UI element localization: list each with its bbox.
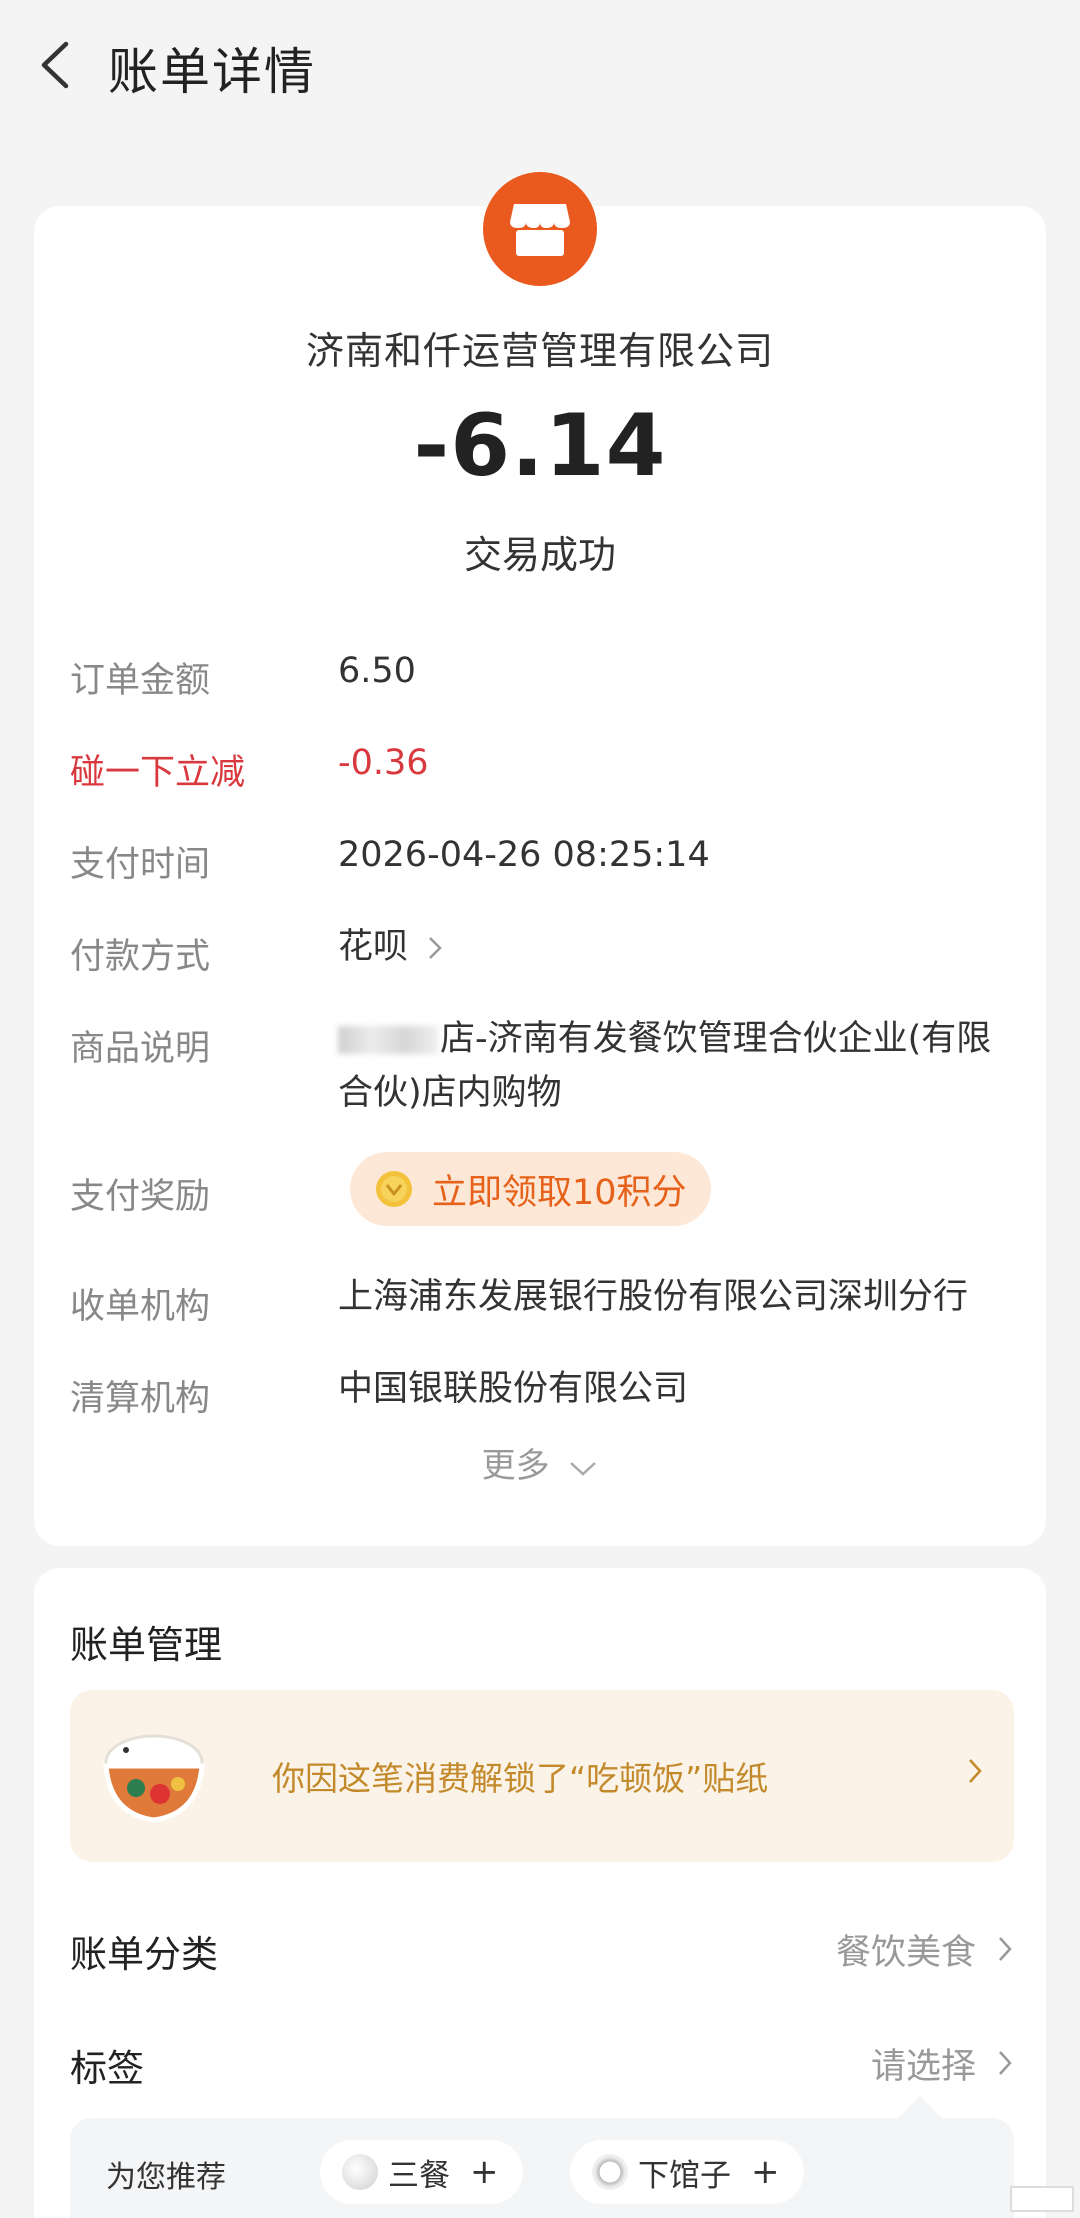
tag-chip-label: 三餐: [388, 2157, 450, 2194]
section-title: 账单管理: [70, 1623, 223, 1667]
rice-bowl-sticker-icon: [103, 1734, 205, 1823]
description-label: 商品说明: [70, 1029, 211, 1069]
chevron-right-icon: [429, 937, 442, 959]
category-value: 餐饮美食: [835, 1933, 976, 1973]
pay-method-label: 付款方式: [70, 937, 211, 977]
category-label: 账单分类: [70, 1933, 218, 1976]
acquirer-label: 收单机构: [70, 1287, 211, 1327]
discount-value: -0.36: [338, 743, 429, 783]
reward-value: 立即领取10积分: [432, 1172, 687, 1213]
sticker-banner[interactable]: 你因这笔消费解锁了“吃顿饭”贴纸: [70, 1690, 1014, 1862]
add-icon: +: [751, 2152, 780, 2192]
recommend-tags-panel: 为您推荐 三餐 + 下馆子 +: [70, 2118, 1014, 2218]
floating-window-indicator: [1010, 2186, 1074, 2212]
bill-manage-card: 账单管理 你因这笔消费解锁了“吃顿饭”贴纸 账单分类 餐饮美食 标签 请选择 为…: [34, 1568, 1046, 2218]
recommend-label: 为您推荐: [106, 2160, 226, 2195]
chevron-down-icon: [570, 1461, 597, 1476]
page-title: 账单详情: [108, 43, 316, 101]
pay-time-label: 支付时间: [70, 845, 211, 885]
transaction-status: 交易成功: [463, 533, 616, 577]
order-amount-value: 6.50: [338, 651, 416, 691]
header-bar: 账单详情: [0, 0, 1080, 130]
discount-label: 碰一下立减: [70, 753, 246, 793]
points-coin-icon: [376, 1171, 412, 1207]
rice-icon: [342, 2154, 378, 2190]
add-icon: +: [470, 2152, 499, 2192]
more-label: 更多: [481, 1446, 550, 1486]
claim-points-button[interactable]: 立即领取10积分: [350, 1152, 711, 1226]
acquirer-value: 上海浦东发展银行股份有限公司深圳分行: [338, 1277, 969, 1317]
clearing-value: 中国银联股份有限公司: [338, 1369, 689, 1409]
sticker-text: 你因这笔消费解锁了“吃顿饭”贴纸: [272, 1759, 769, 1798]
reward-label: 支付奖励: [70, 1177, 211, 1217]
chevron-right-icon: [999, 2051, 1012, 2075]
chevron-right-icon: [999, 1937, 1012, 1961]
blurred-text: [338, 1026, 438, 1054]
tag-chip-dine-out[interactable]: 下馆子 +: [570, 2140, 804, 2204]
transaction-amount: -6.14: [413, 396, 667, 496]
plate-icon: [592, 2154, 628, 2190]
order-amount-label: 订单金额: [70, 661, 211, 701]
tags-row[interactable]: 标签 请选择: [70, 2038, 1014, 2098]
chevron-right-icon: [969, 1759, 982, 1783]
pay-method-value: 花呗: [338, 927, 409, 967]
merchant-name: 济南和仟运营管理有限公司: [305, 329, 774, 373]
more-button[interactable]: 更多: [34, 1438, 1046, 1487]
tag-chip-meals[interactable]: 三餐 +: [320, 2140, 523, 2204]
back-arrow-icon[interactable]: [36, 40, 76, 90]
tag-chip-label: 下馆子: [638, 2157, 731, 2194]
transaction-card: 济南和仟运营管理有限公司 -6.14 交易成功 订单金额 6.50 碰一下立减 …: [34, 172, 1046, 1546]
popover-pointer: [898, 2096, 942, 2118]
shop-icon: [483, 172, 597, 286]
clearing-label: 清算机构: [70, 1379, 211, 1419]
pay-time-value: 2026-04-26 08:25:14: [338, 835, 710, 875]
tags-value: 请选择: [870, 2047, 976, 2087]
tags-label: 标签: [70, 2047, 144, 2090]
category-row[interactable]: 账单分类 餐饮美食: [70, 1924, 1014, 1984]
